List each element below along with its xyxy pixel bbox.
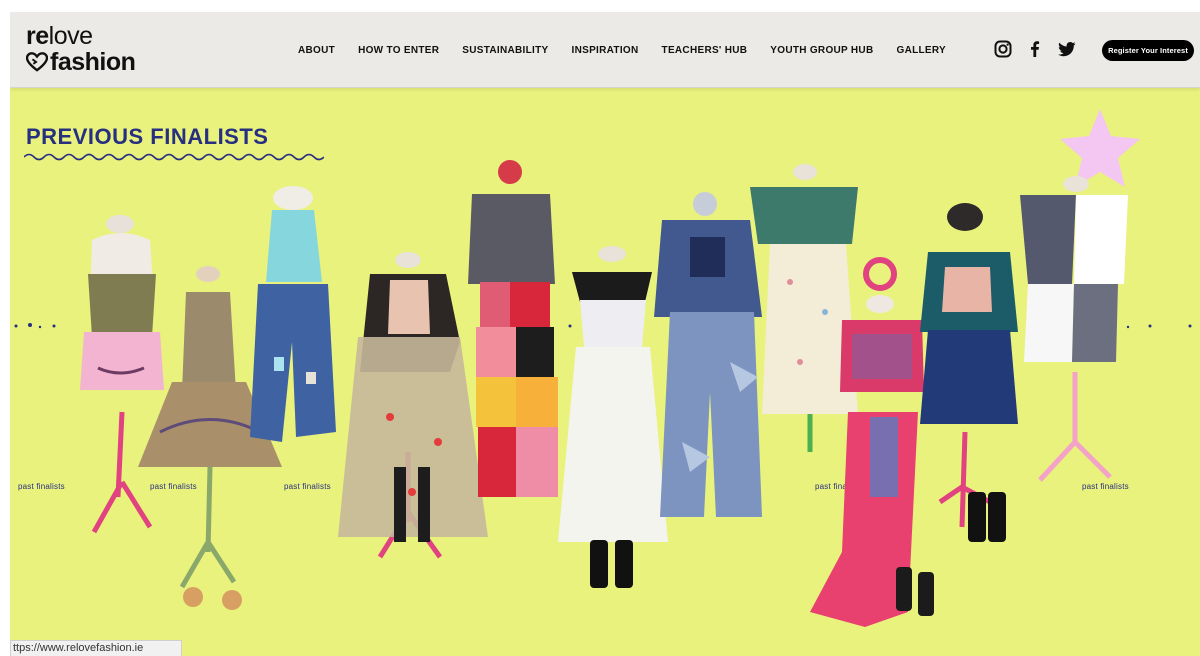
instagram-icon[interactable]	[993, 39, 1013, 59]
page: relove fashion ABOUT HOW TO ENTER SUSTAI…	[0, 0, 1200, 656]
finalist-outfit-8[interactable]	[750, 164, 858, 452]
site-header: relove fashion ABOUT HOW TO ENTER SUSTAI…	[10, 12, 1200, 88]
finalist-outfit-11[interactable]	[1020, 176, 1128, 482]
finalist-outfit-7[interactable]	[654, 192, 762, 517]
main-nav: ABOUT HOW TO ENTER SUSTAINABILITY INSPIR…	[298, 12, 969, 88]
nav-youth-group-hub[interactable]: YOUTH GROUP HUB	[770, 45, 873, 56]
pink-star-decoration	[1060, 109, 1140, 187]
nav-gallery[interactable]: GALLERY	[896, 45, 946, 56]
nav-about[interactable]: ABOUT	[298, 45, 335, 56]
finalist-outfit-4[interactable]	[338, 252, 488, 559]
finalist-outfit-5[interactable]	[468, 160, 558, 497]
finalist-outfits-gallery	[80, 109, 1140, 627]
nav-teachers-hub[interactable]: TEACHERS' HUB	[662, 45, 748, 56]
twitter-icon[interactable]	[1057, 39, 1077, 59]
status-bar-url: ttps://www.relovefashion.ie	[10, 640, 182, 656]
heart-icon	[26, 52, 48, 72]
register-interest-button[interactable]: Register Your Interest	[1102, 40, 1194, 61]
nav-how-to-enter[interactable]: HOW TO ENTER	[358, 45, 439, 56]
browser-viewport: relove fashion ABOUT HOW TO ENTER SUSTAI…	[10, 12, 1200, 656]
finalist-outfit-3[interactable]	[250, 186, 336, 442]
relove-fashion-logo[interactable]: relove fashion	[26, 22, 176, 78]
finalist-outfit-1[interactable]	[80, 215, 164, 534]
logo-top-line: relove	[26, 22, 93, 50]
nav-inspiration[interactable]: INSPIRATION	[572, 45, 639, 56]
nav-sustainability[interactable]: SUSTAINABILITY	[462, 45, 548, 56]
logo-bottom-line: fashion	[26, 48, 136, 76]
social-links	[993, 39, 1089, 59]
finalist-outfit-6[interactable]	[558, 246, 668, 588]
finalist-outfit-10[interactable]	[920, 203, 1018, 542]
facebook-icon[interactable]	[1025, 39, 1045, 59]
